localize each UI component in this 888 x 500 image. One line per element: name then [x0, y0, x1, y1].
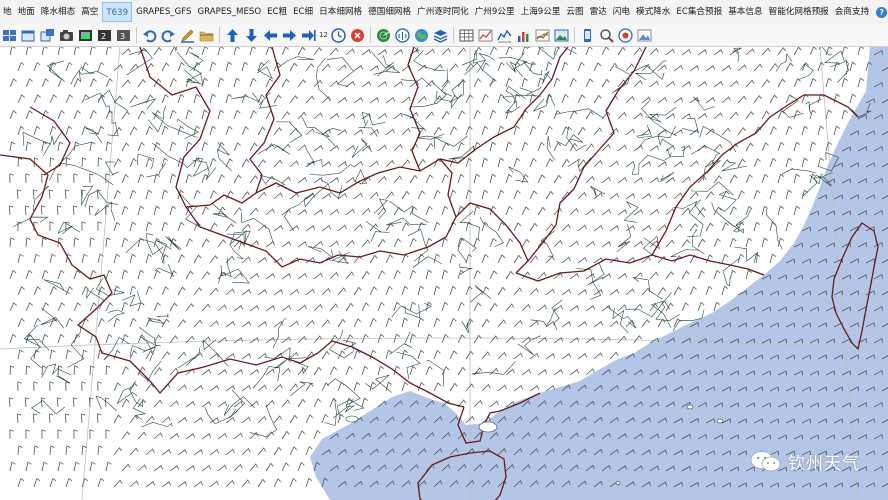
line-chart-icon[interactable]: [477, 27, 493, 43]
menu-bar: 地地面 降水相态 高空 T639 GRAPES_GFS GRAPES_MESO EC粗 EC细…: [0, 0, 888, 25]
menu-item-14[interactable]: 云图: [563, 0, 586, 24]
menu-item-3[interactable]: 高空: [78, 0, 101, 24]
menu-item-18[interactable]: EC集合预报: [673, 0, 725, 24]
menu-item-17[interactable]: 模式降水: [633, 0, 673, 24]
menu-item-1[interactable]: 地面: [15, 0, 38, 24]
menu-item-21[interactable]: 会商支持: [832, 0, 872, 24]
hour-step-value[interactable]: 12: [319, 31, 328, 39]
toolbar-separator: [136, 27, 137, 43]
signal-icon[interactable]: [394, 27, 410, 43]
trend-icon[interactable]: [496, 27, 512, 43]
camera-icon[interactable]: [59, 27, 75, 43]
menu-item-12[interactable]: 广州9公里: [472, 0, 518, 24]
menu-item-9[interactable]: 日本细网格: [316, 0, 365, 24]
menu-item-20[interactable]: 智能化网格预报: [766, 0, 832, 24]
menu-item-15[interactable]: 雷达: [587, 0, 610, 24]
arrow-down-icon[interactable]: [244, 27, 260, 43]
menu-item-11[interactable]: 广州逐时同化: [414, 0, 472, 24]
menu-item-4[interactable]: T639: [102, 2, 133, 22]
arrow-up-icon[interactable]: [225, 27, 241, 43]
arrow-left-icon[interactable]: [263, 27, 279, 43]
redo-icon[interactable]: [161, 27, 177, 43]
menu-item-19[interactable]: 基本信息: [725, 0, 765, 24]
toolbar-separator: [369, 27, 371, 43]
menu-item-0[interactable]: 地: [0, 0, 15, 24]
menu-item-7[interactable]: EC粗: [264, 0, 290, 24]
image-icon[interactable]: [553, 27, 569, 43]
end-icon[interactable]: [301, 27, 317, 43]
search-icon[interactable]: [598, 27, 614, 43]
svg-text:2: 2: [101, 32, 106, 41]
toolbar-separator: [573, 27, 575, 43]
pen-icon[interactable]: [180, 27, 196, 43]
undo-icon[interactable]: [142, 27, 158, 43]
weather-map[interactable]: [0, 47, 888, 500]
stop-icon[interactable]: [349, 27, 365, 43]
phone-icon[interactable]: [579, 27, 595, 43]
toolbar: 2 3 12: [0, 24, 888, 47]
menu-item-8[interactable]: EC细: [290, 0, 316, 24]
earth-icon[interactable]: [413, 27, 429, 43]
svg-text:3: 3: [120, 32, 125, 41]
menu-item-16[interactable]: 闪电: [610, 0, 633, 24]
layout-grid-icon[interactable]: [2, 27, 18, 43]
mountain-icon[interactable]: [636, 27, 652, 43]
watermark-text: 钦州天气: [788, 454, 860, 474]
menu-item-13[interactable]: 上海9公里: [518, 0, 564, 24]
menu-item-10[interactable]: 德国细网格: [365, 0, 414, 24]
bar-chart-icon[interactable]: [515, 27, 531, 43]
wechat-icon: [750, 450, 781, 471]
film-icon[interactable]: [78, 27, 94, 43]
watermark: 钦州天气: [750, 449, 860, 474]
menu-item-6[interactable]: GRAPES_MESO: [195, 0, 265, 24]
window-icon[interactable]: [21, 27, 37, 43]
radar-globe-icon[interactable]: [375, 27, 391, 43]
animation-icon[interactable]: 2: [97, 27, 113, 43]
toolbar-separator: [452, 27, 454, 43]
pie-chart-icon[interactable]: [534, 27, 550, 43]
menu-item-2[interactable]: 降水相态: [38, 0, 78, 24]
arrow-right-icon[interactable]: [282, 27, 298, 43]
folder-icon[interactable]: [199, 27, 215, 43]
help-icon[interactable]: ?: [876, 6, 888, 18]
clock-icon[interactable]: [330, 27, 346, 43]
toolbar-separator: [219, 27, 220, 43]
export-icon[interactable]: [617, 27, 633, 43]
zoom-window-icon[interactable]: [40, 27, 56, 43]
table-icon[interactable]: [458, 27, 474, 43]
menu-item-5[interactable]: GRAPES_GFS: [133, 0, 194, 24]
snapshot-icon[interactable]: 3: [116, 27, 132, 43]
layers-icon[interactable]: [432, 27, 448, 43]
